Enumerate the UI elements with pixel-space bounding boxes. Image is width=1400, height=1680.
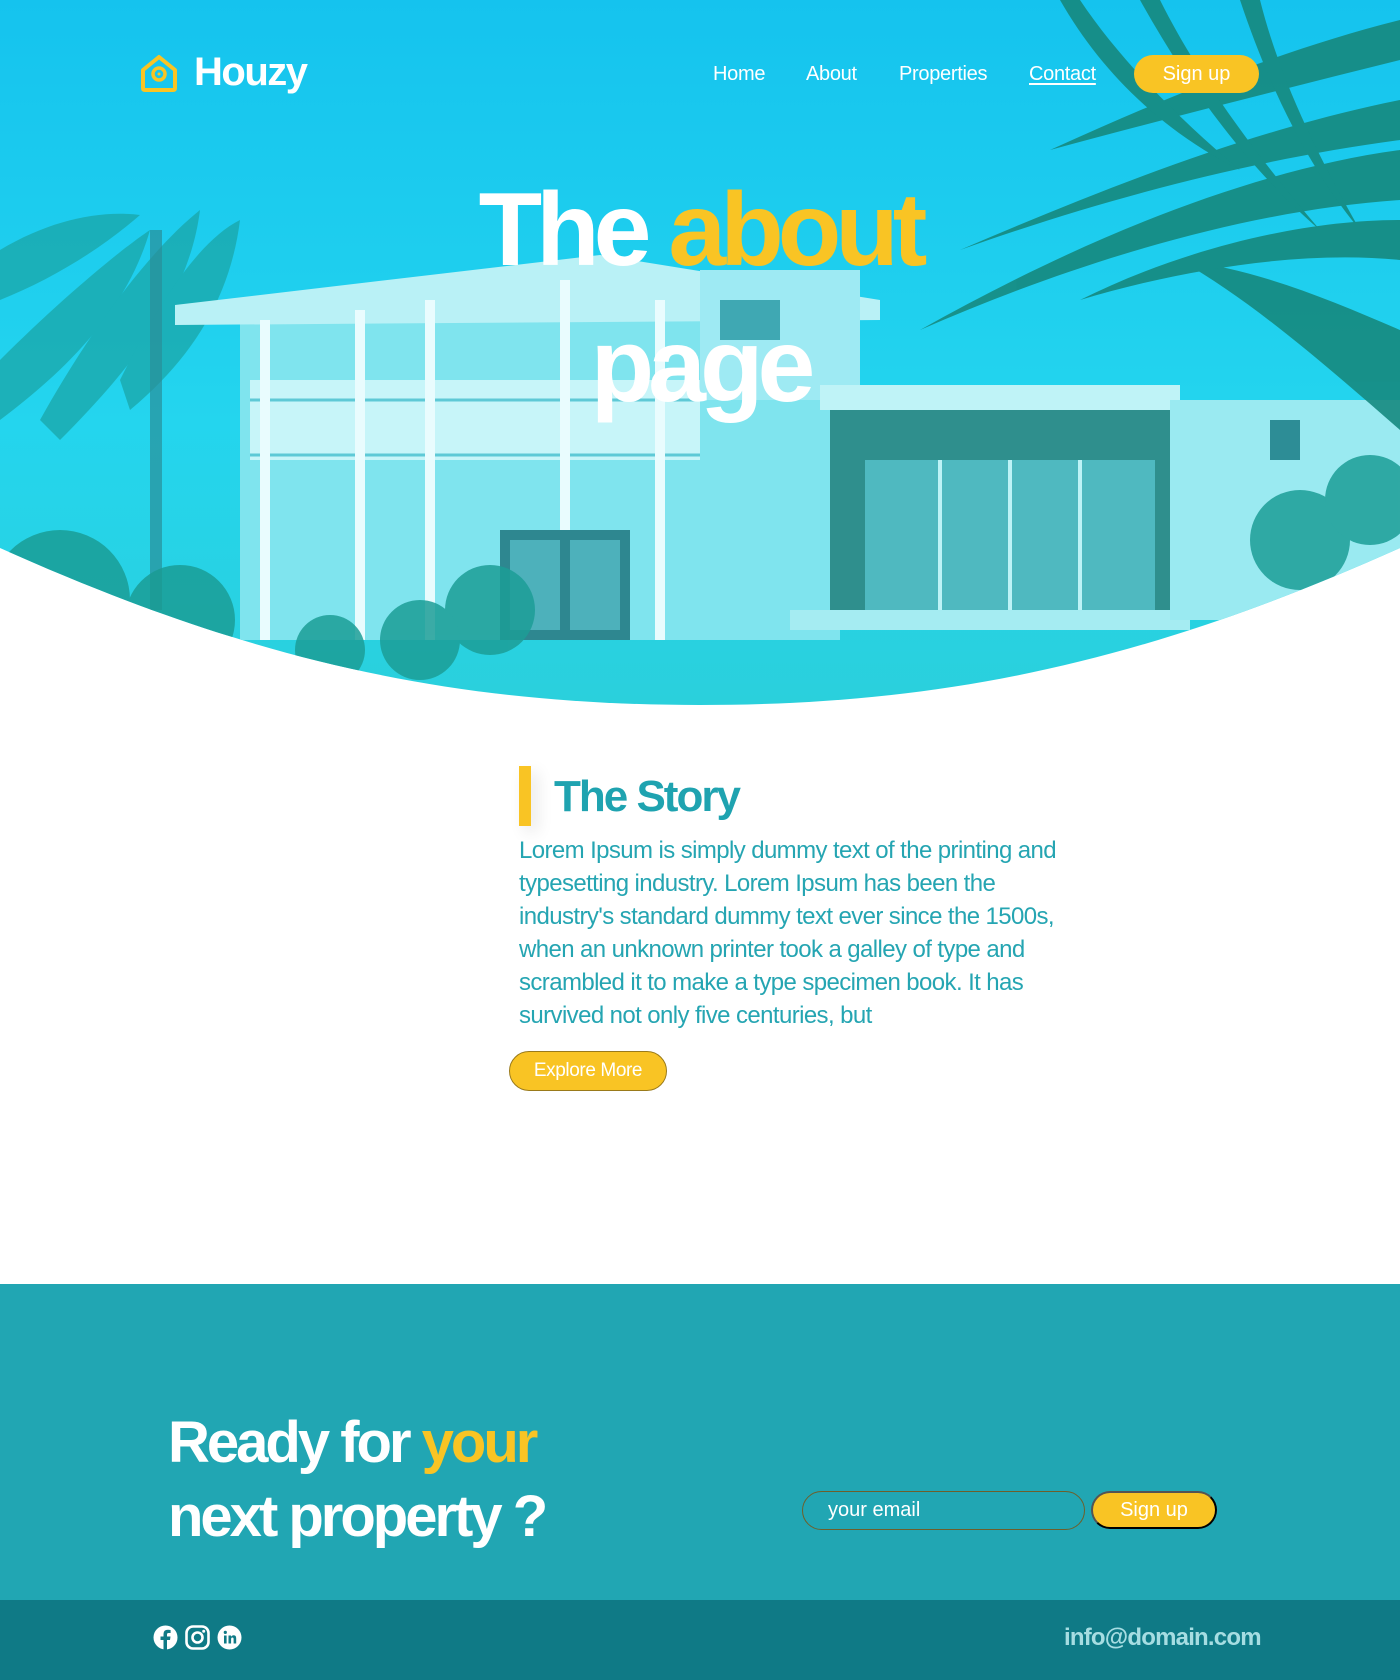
main-nav: Home About Properties Contact Sign up [0,55,1400,95]
social-links [153,1625,242,1650]
email-input[interactable] [802,1491,1085,1530]
story-accent-bar [519,766,531,826]
hero-title-accent: about [668,172,927,288]
facebook-icon[interactable] [153,1625,178,1650]
hero-title-part2: page [590,308,816,424]
story-body: Lorem Ipsum is simply dummy text of the … [519,837,1057,1029]
footer: info@domain.com [0,1600,1400,1680]
hero-section: Houzy Home About Properties Contact Sign… [0,0,1400,705]
explore-more-button[interactable]: Explore More [509,1051,667,1091]
nav-home[interactable]: Home [713,63,765,86]
linkedin-icon[interactable] [217,1625,242,1650]
cta-title-part2: next property ? [168,1484,548,1549]
cta-signup-button[interactable]: Sign up [1091,1491,1217,1529]
story-heading: The Story [554,772,741,821]
hero-title: The about page [0,162,1400,434]
cta-title-accent: your [421,1410,539,1475]
nav-properties[interactable]: Properties [899,63,987,86]
nav-about[interactable]: About [806,63,857,86]
footer-email[interactable]: info@domain.com [1064,1624,1262,1652]
nav-signup-button[interactable]: Sign up [1134,55,1259,93]
hero-title-part1: The [478,172,652,288]
cta-section: Ready for your next property ? Sign up [0,1284,1400,1600]
nav-contact[interactable]: Contact [1029,63,1096,86]
cta-title: Ready for your next property ? [168,1406,548,1554]
instagram-icon[interactable] [185,1625,210,1650]
cta-title-part1: Ready for [168,1410,412,1475]
